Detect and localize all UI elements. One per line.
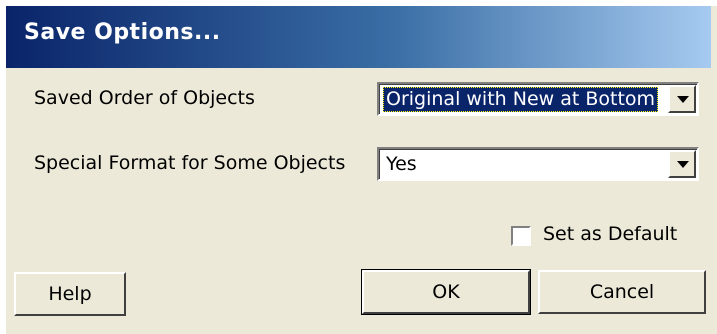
saved-order-selected-value: Original with New at Bottom xyxy=(383,87,659,112)
set-as-default-checkbox[interactable] xyxy=(511,226,531,246)
title-bar[interactable]: Save Options... xyxy=(6,6,711,68)
save-options-dialog: Save Options... Saved Order of Objects O… xyxy=(0,0,717,334)
special-format-label: Special Format for Some Objects xyxy=(34,152,346,174)
saved-order-label: Saved Order of Objects xyxy=(34,87,255,109)
ok-button[interactable]: OK xyxy=(361,269,531,315)
chevron-down-icon[interactable] xyxy=(668,85,696,113)
saved-order-select[interactable]: Original with New at Bottom xyxy=(377,82,699,116)
chevron-down-icon[interactable] xyxy=(668,150,696,178)
dialog-title: Save Options... xyxy=(24,20,221,45)
set-as-default-label[interactable]: Set as Default xyxy=(543,223,677,245)
special-format-selected-value: Yes xyxy=(386,153,417,175)
special-format-select[interactable]: Yes xyxy=(377,147,699,181)
cancel-button[interactable]: Cancel xyxy=(538,270,706,314)
help-button[interactable]: Help xyxy=(14,272,126,316)
